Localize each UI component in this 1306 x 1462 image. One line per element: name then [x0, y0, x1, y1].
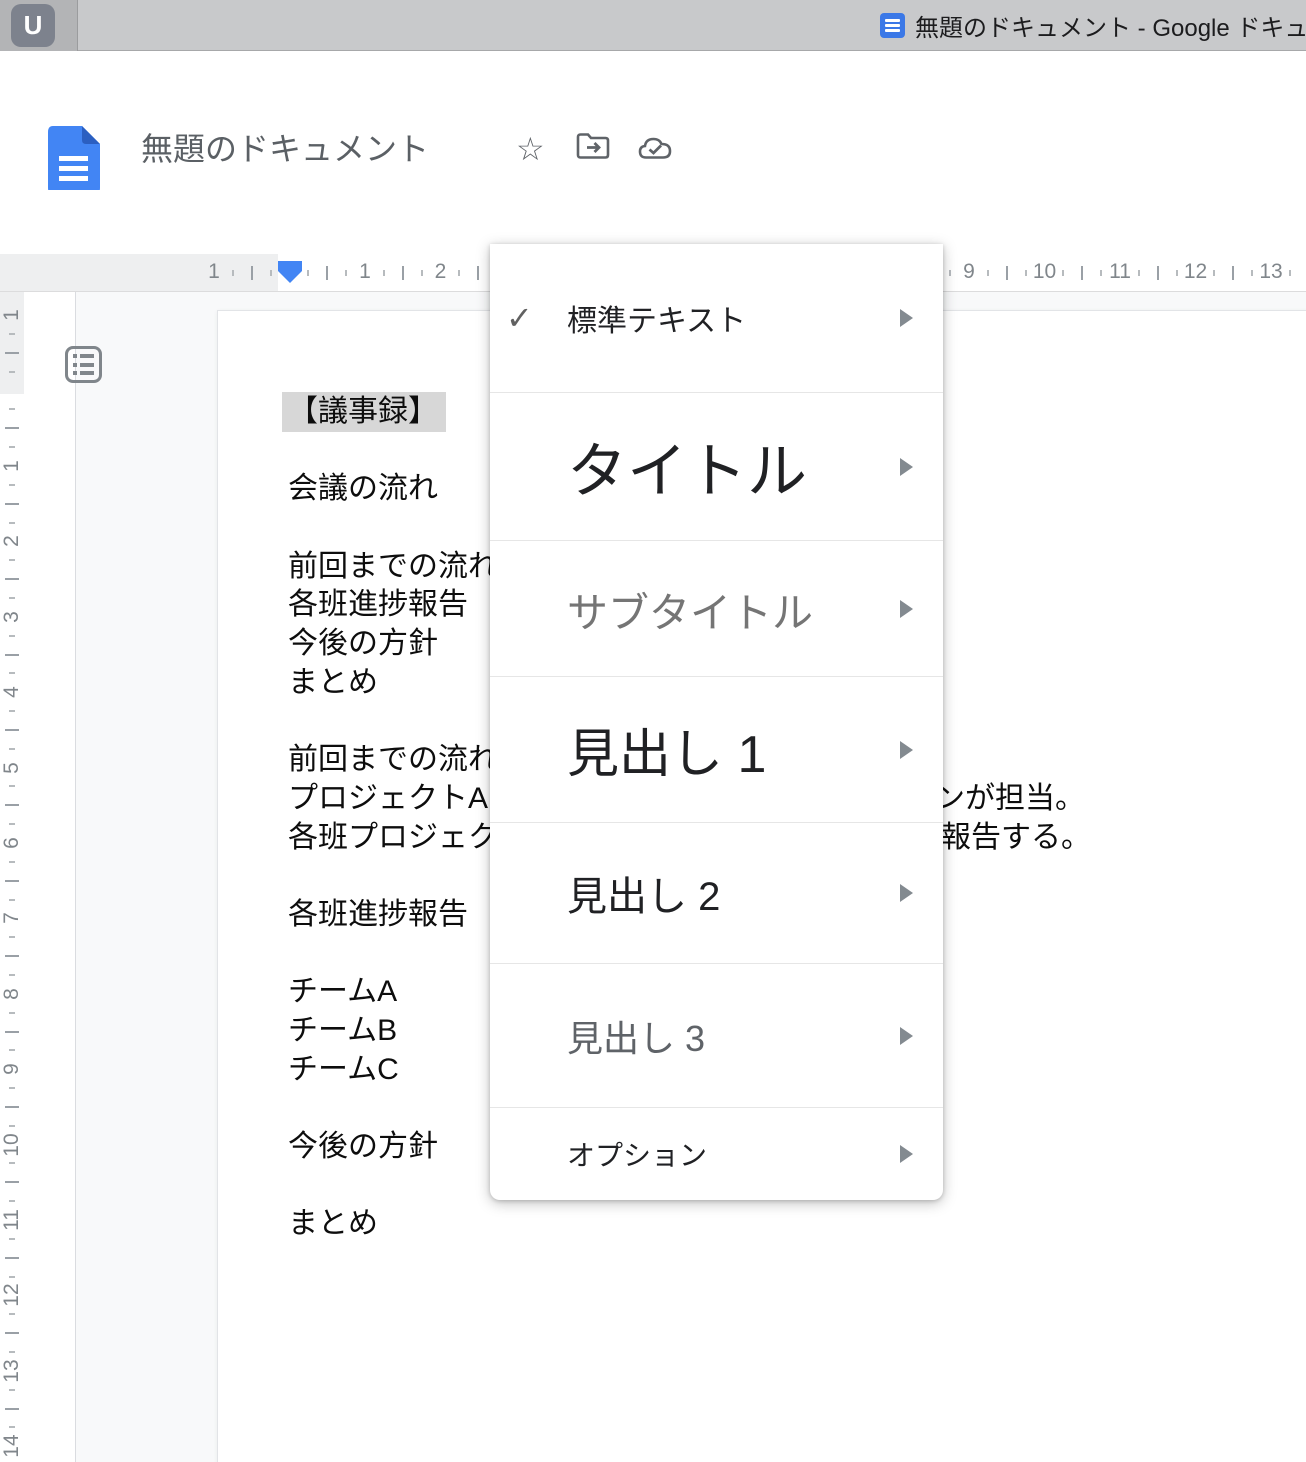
- submenu-arrow-icon: [900, 1145, 913, 1163]
- ruler-number: 12: [1184, 260, 1207, 284]
- ruler-number: 9: [963, 260, 975, 284]
- menu-item-title[interactable]: タイトル: [490, 392, 943, 540]
- submenu-arrow-icon: [900, 741, 913, 759]
- menu-item-heading1[interactable]: 見出し 1: [490, 676, 943, 822]
- left-indent-handle[interactable]: [278, 271, 302, 283]
- submenu-arrow-icon: [900, 309, 913, 327]
- document-title[interactable]: 無題のドキュメント: [141, 124, 429, 170]
- ruler-number: 4: [0, 680, 24, 704]
- google-docs-window: U 無題のドキュメント - Google ドキュメン 無題のドキュメント ☆: [0, 0, 1306, 1462]
- indent-marker[interactable]: [278, 261, 302, 283]
- ruler-number: 6: [0, 831, 24, 855]
- ruler-number: 11: [0, 1208, 24, 1232]
- ruler-number: 1: [208, 260, 220, 284]
- ruler-number: 5: [0, 756, 24, 780]
- menu-item-heading3[interactable]: 見出し 3: [490, 963, 943, 1107]
- active-tab[interactable]: 無題のドキュメント - Google ドキュメン: [880, 0, 1306, 51]
- ruler-number: 10: [0, 1133, 24, 1157]
- pinned-tab-icon: U: [11, 4, 55, 47]
- cloud-saved-icon[interactable]: [637, 134, 673, 160]
- submenu-arrow-icon: [900, 884, 913, 902]
- ruler-number: 14: [0, 1434, 24, 1458]
- paragraph-styles-menu: ✓ 標準テキスト タイトル サブタイトル 見出し 1 見出し 2 見出し 3 オ…: [490, 244, 943, 1200]
- docs-logo-icon[interactable]: [48, 126, 100, 194]
- move-to-folder-icon[interactable]: [576, 132, 610, 160]
- pinned-tab[interactable]: U: [0, 0, 78, 51]
- menu-item-subtitle[interactable]: サブタイトル: [490, 540, 943, 676]
- ruler-number: 2: [0, 529, 24, 553]
- star-icon[interactable]: ☆: [516, 130, 545, 168]
- ruler-number: 13: [0, 1359, 24, 1383]
- ruler-number: 11: [1109, 260, 1131, 284]
- toolbar: 100% 標準テキス... Arial − 11 + B I U: [0, 190, 1306, 252]
- ruler-number: 8: [0, 982, 24, 1006]
- submenu-arrow-icon: [900, 458, 913, 476]
- ruler-number: 9: [0, 1057, 24, 1081]
- ruler-number: 12: [0, 1283, 24, 1307]
- vertical-ruler: 11234567891011121314: [0, 292, 24, 1462]
- doc-line: まとめ: [288, 1205, 1298, 1244]
- selected-text: 【議事録】: [282, 392, 446, 432]
- submenu-arrow-icon: [900, 1027, 913, 1045]
- ruler-number: 7: [0, 906, 24, 930]
- ruler-number: 10: [1033, 260, 1056, 284]
- first-line-indent-handle[interactable]: [278, 261, 302, 271]
- left-gutter: 11234567891011121314: [0, 292, 76, 1462]
- ruler-number: 3: [0, 605, 24, 629]
- menu-item-options[interactable]: オプション: [490, 1107, 943, 1200]
- ruler-number: 13: [1259, 260, 1282, 284]
- ruler-number: 1: [359, 260, 371, 284]
- menu-item-heading2[interactable]: 見出し 2: [490, 822, 943, 963]
- tab-title: 無題のドキュメント - Google ドキュメン: [915, 8, 1306, 43]
- menu-item-normal-text[interactable]: ✓ 標準テキスト: [490, 244, 943, 392]
- docs-favicon-icon: [880, 13, 905, 38]
- ruler-number: 1: [0, 454, 24, 478]
- submenu-arrow-icon: [900, 600, 913, 618]
- docs-header: 無題のドキュメント ☆ ファイル 編集 表示 挿入 表示形式 ツール アドオン …: [0, 52, 1306, 190]
- ruler-number: 1: [0, 303, 24, 327]
- ruler-number: 2: [435, 260, 447, 284]
- outline-icon: [73, 354, 94, 358]
- browser-tab-bar: U 無題のドキュメント - Google ドキュメン: [0, 0, 1306, 51]
- ruler-margin-zone: [0, 254, 278, 291]
- document-outline-button[interactable]: [65, 346, 102, 383]
- check-icon: ✓: [506, 299, 533, 337]
